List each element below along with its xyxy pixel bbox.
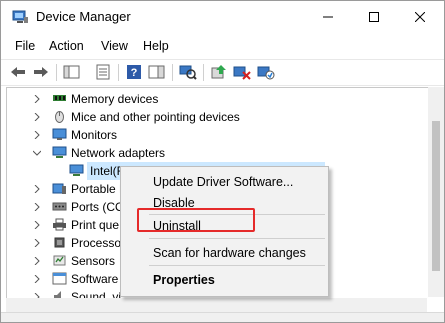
menu-file[interactable]: File bbox=[15, 39, 35, 53]
svg-text:?: ? bbox=[131, 67, 138, 79]
menu-bar: File Action View Help bbox=[1, 35, 444, 57]
tree-item-label: Print que bbox=[71, 218, 120, 232]
portable-device-icon bbox=[52, 183, 66, 194]
title-bar[interactable]: Device Manager bbox=[1, 1, 444, 33]
software-icon bbox=[52, 272, 67, 285]
tree-item-label: Sound, vi bbox=[71, 290, 122, 298]
tree-item-label: Mice and other pointing devices bbox=[71, 110, 240, 124]
toolbar-separator bbox=[203, 64, 204, 81]
tree-item-label: Processor bbox=[71, 236, 126, 250]
expand-arrow-icon[interactable] bbox=[33, 113, 41, 121]
uninstall-device-icon[interactable] bbox=[233, 64, 251, 80]
maximize-icon bbox=[369, 12, 379, 22]
menu-scan-hardware[interactable]: Scan for hardware changes bbox=[153, 246, 306, 260]
tree-item-label: Memory devices bbox=[71, 92, 159, 106]
menu-properties[interactable]: Properties bbox=[153, 273, 215, 287]
tree-item-label: Ports (CO bbox=[71, 200, 125, 214]
forward-arrow-icon[interactable] bbox=[32, 64, 50, 80]
printer-icon bbox=[53, 218, 66, 231]
collapse-arrow-icon[interactable] bbox=[33, 149, 41, 157]
tree-item-network-adapters[interactable]: Network adapters bbox=[7, 144, 428, 162]
expand-arrow-icon[interactable] bbox=[33, 275, 41, 283]
tree-item-label: Monitors bbox=[71, 128, 118, 142]
show-hide-tree-icon[interactable] bbox=[63, 64, 81, 80]
toolbar-separator bbox=[56, 64, 57, 81]
help-icon[interactable]: ? bbox=[125, 64, 143, 80]
menu-separator bbox=[149, 265, 325, 266]
menu-update-driver-software[interactable]: Update Driver Software... bbox=[153, 175, 293, 189]
tree-item-label: Sensors bbox=[71, 254, 116, 268]
toolbar-separator bbox=[172, 64, 173, 81]
expand-arrow-icon[interactable] bbox=[33, 131, 41, 139]
memory-chip-icon bbox=[53, 95, 66, 101]
minimize-button[interactable] bbox=[305, 1, 351, 33]
maximize-button[interactable] bbox=[351, 1, 397, 33]
tree-item-mice[interactable]: Mice and other pointing devices bbox=[7, 108, 428, 126]
update-driver-icon[interactable] bbox=[210, 64, 228, 80]
expand-arrow-icon[interactable] bbox=[33, 239, 41, 247]
tree-item-label: Network adapters bbox=[71, 146, 166, 160]
tree-item-monitors[interactable]: Monitors bbox=[7, 126, 428, 144]
close-button[interactable] bbox=[397, 1, 443, 33]
uninstall-highlight-box bbox=[137, 208, 255, 232]
sound-icon bbox=[54, 291, 61, 298]
expand-arrow-icon[interactable] bbox=[33, 257, 41, 265]
port-icon bbox=[52, 202, 67, 211]
menu-action[interactable]: Action bbox=[49, 39, 84, 53]
horizontal-scrollbar[interactable] bbox=[6, 298, 427, 312]
tree-item-memory-devices[interactable]: Memory devices bbox=[7, 90, 428, 108]
expand-arrow-icon[interactable] bbox=[33, 95, 41, 103]
monitor-icon bbox=[52, 128, 67, 140]
menu-view[interactable]: View bbox=[101, 39, 128, 53]
minimize-icon bbox=[323, 16, 333, 18]
expand-arrow-icon[interactable] bbox=[33, 221, 41, 229]
vertical-scrollbar[interactable] bbox=[428, 87, 444, 297]
properties-icon[interactable] bbox=[94, 64, 112, 80]
menu-separator bbox=[149, 238, 325, 239]
scrollbar-thumb[interactable] bbox=[432, 121, 440, 271]
network-icon bbox=[52, 146, 67, 158]
expand-arrow-icon[interactable] bbox=[33, 185, 41, 193]
status-bar bbox=[1, 312, 444, 322]
window-title: Device Manager bbox=[36, 9, 131, 24]
sensor-icon bbox=[53, 255, 66, 266]
processor-icon bbox=[54, 237, 65, 248]
device-manager-app-icon bbox=[12, 10, 28, 23]
menu-help[interactable]: Help bbox=[143, 39, 169, 53]
tree-item-label: Software bbox=[71, 272, 119, 286]
action-pane-icon[interactable] bbox=[148, 64, 166, 80]
toolbar-separator bbox=[118, 64, 119, 81]
scan-hardware-icon[interactable] bbox=[179, 64, 197, 80]
network-adapter-icon bbox=[69, 164, 84, 176]
close-icon bbox=[415, 12, 425, 22]
expand-arrow-icon[interactable] bbox=[33, 203, 41, 211]
back-arrow-icon[interactable] bbox=[9, 64, 27, 80]
toolbar: ? bbox=[1, 59, 444, 86]
mouse-icon bbox=[55, 111, 64, 123]
enable-device-icon[interactable] bbox=[257, 64, 275, 80]
